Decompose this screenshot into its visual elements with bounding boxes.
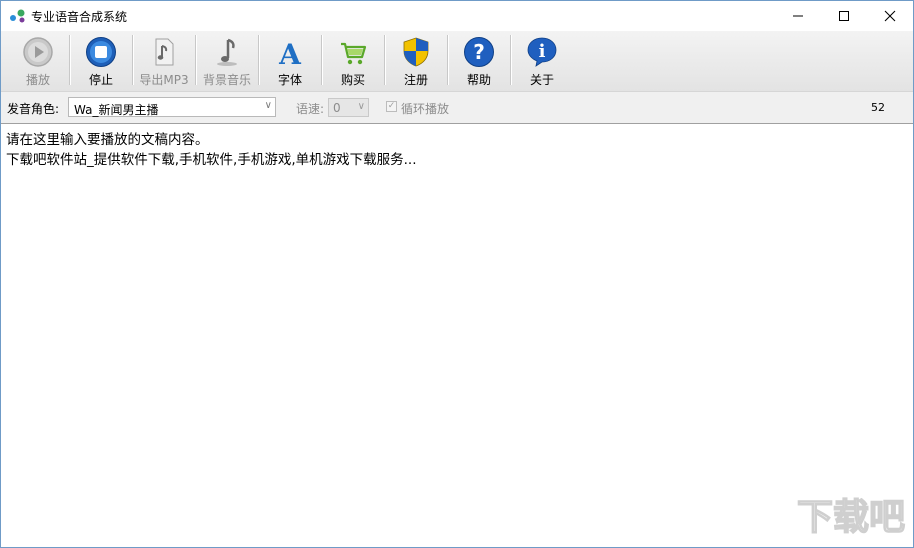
svg-text:?: ? [473, 40, 485, 64]
script-editor[interactable]: 请在这里输入要播放的文稿内容。 下载吧软件站_提供软件下载,手机软件,手机游戏,… [1, 124, 913, 547]
editor-line: 请在这里输入要播放的文稿内容。 [6, 132, 209, 148]
font-button[interactable]: A 字体 [260, 33, 320, 89]
watermark-logo: 下载吧 [796, 496, 905, 538]
buy-button[interactable]: 购买 [323, 33, 383, 89]
svg-text:下载吧: 下载吧 [797, 497, 905, 538]
buy-label: 购买 [340, 73, 365, 87]
maximize-button[interactable] [821, 1, 867, 31]
character-counter: 52 [871, 101, 885, 114]
speed-label: 语速: [296, 102, 325, 116]
voice-select[interactable]: Wa_新闻男主播 ∨ [68, 97, 276, 117]
window-title: 专业语音合成系统 [31, 10, 128, 24]
register-button[interactable]: 注册 [386, 33, 446, 89]
help-icon: ? [464, 37, 494, 67]
stop-icon [86, 37, 116, 67]
maximize-icon [839, 11, 849, 21]
voice-select-value: Wa_新闻男主播 [74, 103, 159, 117]
export-mp3-label: 导出MP3 [139, 73, 189, 87]
export-mp3-button[interactable]: 导出MP3 [134, 33, 194, 89]
stop-label: 停止 [88, 73, 113, 87]
voice-label: 发音角色: [7, 102, 60, 116]
app-window: 专业语音合成系统 播放 停止 导出MP3 背景音乐 A 字体 购买 注册 ? 帮… [0, 0, 914, 548]
svg-text:A: A [278, 38, 302, 68]
title-bar: 专业语音合成系统 [1, 1, 913, 31]
speed-select[interactable]: 0 ∨ [328, 98, 369, 117]
app-logo-icon [10, 9, 25, 23]
close-icon [884, 10, 896, 22]
help-label: 帮助 [466, 73, 491, 87]
shield-icon [403, 37, 429, 67]
document-music-icon [155, 38, 174, 66]
help-button[interactable]: ? 帮助 [449, 33, 509, 89]
font-label: 字体 [277, 73, 302, 87]
toolbar: 播放 停止 导出MP3 背景音乐 A 字体 购买 注册 ? 帮助 i 关于 [1, 31, 913, 92]
play-icon [23, 37, 53, 67]
options-bar: 发音角色: Wa_新闻男主播 ∨ 语速: 0 ∨ ✓ 循环播放 52 [1, 92, 913, 124]
close-button[interactable] [867, 1, 913, 31]
play-button[interactable]: 播放 [8, 33, 68, 89]
stop-button[interactable]: 停止 [71, 33, 131, 89]
loop-label: 循环播放 [401, 102, 450, 116]
about-label: 关于 [529, 73, 554, 87]
about-button[interactable]: i 关于 [512, 33, 572, 89]
play-label: 播放 [25, 73, 50, 87]
background-music-label: 背景音乐 [202, 73, 251, 87]
minimize-icon [793, 15, 803, 17]
loop-checkbox[interactable]: ✓ [386, 101, 397, 112]
chevron-down-icon: ∨ [264, 100, 272, 111]
font-icon: A [278, 38, 302, 68]
chevron-down-icon: ∨ [357, 101, 365, 112]
music-note-icon [217, 38, 237, 66]
background-music-button[interactable]: 背景音乐 [197, 33, 257, 89]
info-icon: i [527, 37, 557, 67]
speed-select-value: 0 [333, 101, 341, 115]
editor-line: 下载吧软件站_提供软件下载,手机软件,手机游戏,单机游戏下载服务... [6, 152, 417, 168]
cart-icon [341, 42, 367, 65]
register-label: 注册 [403, 73, 428, 87]
minimize-button[interactable] [775, 1, 821, 31]
svg-text:i: i [539, 41, 546, 62]
